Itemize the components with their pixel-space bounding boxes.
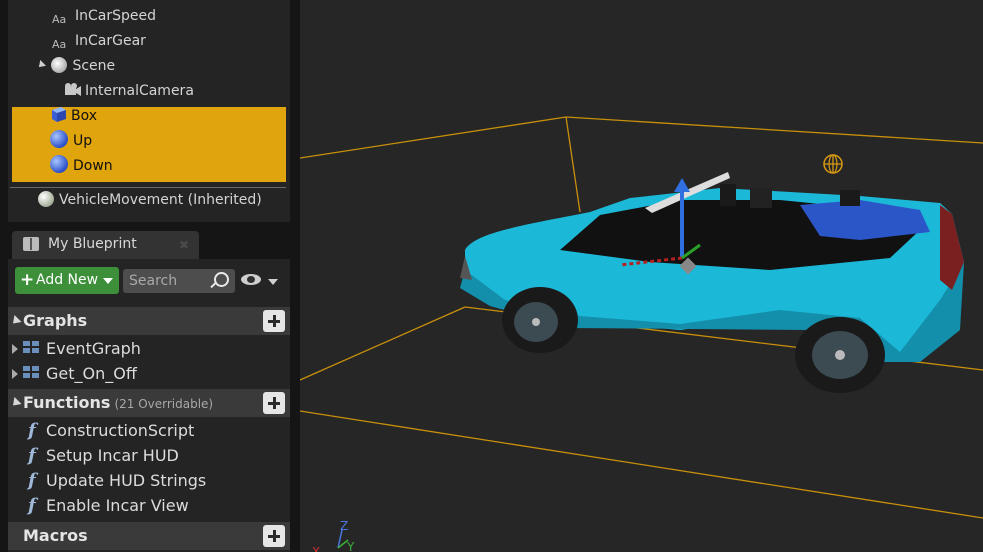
functions-section-header[interactable]: Functions (21 Overridable) [8,389,290,417]
function-icon: f [28,470,36,491]
convertible-car-model[interactable] [460,172,964,393]
component-label: Down [73,158,113,174]
component-label: InternalCamera [85,83,194,99]
component-internalcamera[interactable]: InternalCamera [64,79,194,104]
z-axis-label: Z [340,519,348,533]
scene-component-icon [51,57,68,73]
add-macro-button[interactable] [263,525,285,547]
graphs-section-header[interactable]: Graphs [8,307,290,335]
component-down[interactable]: Down [50,154,113,179]
add-new-label: Add New [36,272,99,288]
search-box [123,269,235,293]
close-tab-icon[interactable]: ✖ [179,238,189,252]
view-options-eye-icon[interactable] [241,273,263,287]
y-axis-label: Y [346,540,355,552]
search-input[interactable] [123,269,215,293]
add-function-button[interactable] [263,392,285,414]
viewport-3d[interactable]: Z Y X [300,0,983,552]
macros-section-header[interactable]: Macros [8,522,290,550]
function-label: ConstructionScript [46,421,195,440]
x-axis-label: X [312,545,320,552]
component-label: InCarGear [75,33,146,49]
add-graph-button[interactable] [263,310,285,332]
axis-indicator: Z Y X [312,519,355,552]
expand-arrow-icon[interactable] [12,369,18,379]
box-collision-icon [50,105,66,122]
blueprint-book-icon [23,237,39,251]
component-scene[interactable]: Scene [36,54,116,79]
section-title: Functions (21 Overridable) [23,393,213,412]
overridable-count: (21 Overridable) [114,397,214,411]
sphere-icon [50,130,68,148]
function-item-update-hud-strings[interactable]: f Update HUD Strings [8,468,290,493]
component-label: Scene [72,58,116,74]
graph-item-get-on-off[interactable]: Get_On_Off [8,361,290,386]
graph-label: Get_On_Off [46,364,137,383]
text-render-icon: Aa [52,13,67,26]
component-label: VehicleMovement (Inherited) [59,192,262,208]
collapse-arrow-icon[interactable] [9,314,22,328]
component-incargear[interactable]: Aa InCarGear [52,29,146,54]
search-icon[interactable] [214,272,229,287]
chevron-down-icon[interactable] [268,279,278,285]
collapse-arrow-icon[interactable] [36,60,46,70]
function-icon: f [28,495,36,516]
function-label: Update HUD Strings [46,471,207,490]
function-item-setup-incar-hud[interactable]: f Setup Incar HUD [8,443,290,468]
section-title: Graphs [23,311,88,330]
viewport-scene[interactable]: Z Y X [300,0,983,552]
component-label: Box [71,108,98,124]
component-incarspeed[interactable]: Aa InCarSpeed [52,4,156,29]
graph-label: EventGraph [46,339,141,358]
function-label: Enable Incar View [46,496,189,515]
chevron-down-icon [103,278,113,284]
functions-title: Functions [23,393,111,412]
construction-function-icon: f [28,420,36,441]
add-new-button[interactable]: + Add New [15,267,119,294]
left-panel: Aa InCarSpeed Aa InCarGear Scene InternalC… [0,0,300,552]
section-title: Macros [23,526,88,545]
function-item-enable-incar-view[interactable]: f Enable Incar View [8,493,290,518]
plus-icon: + [20,270,35,290]
sphere-component-marker[interactable] [823,154,843,174]
sphere-icon [50,155,68,173]
movement-component-icon [38,191,54,207]
tab-label: My Blueprint [48,236,137,252]
collapse-arrow-icon[interactable] [9,396,22,410]
graph-icon [23,366,41,380]
function-label: Setup Incar HUD [46,446,179,465]
graph-item-eventgraph[interactable]: EventGraph [8,336,290,361]
function-item-constructionscript[interactable]: f ConstructionScript [8,418,290,443]
component-vehiclemovement[interactable]: VehicleMovement (Inherited) [38,188,262,213]
graph-icon [23,341,41,355]
component-up[interactable]: Up [50,129,92,154]
component-box[interactable]: Box [50,104,97,129]
expand-arrow-icon[interactable] [12,344,18,354]
camera-icon [64,82,81,98]
tab-my-blueprint[interactable]: My Blueprint ✖ [12,231,199,259]
component-label: InCarSpeed [75,8,156,24]
function-icon: f [28,445,36,466]
text-render-icon: Aa [52,38,67,51]
component-label: Up [73,133,93,149]
